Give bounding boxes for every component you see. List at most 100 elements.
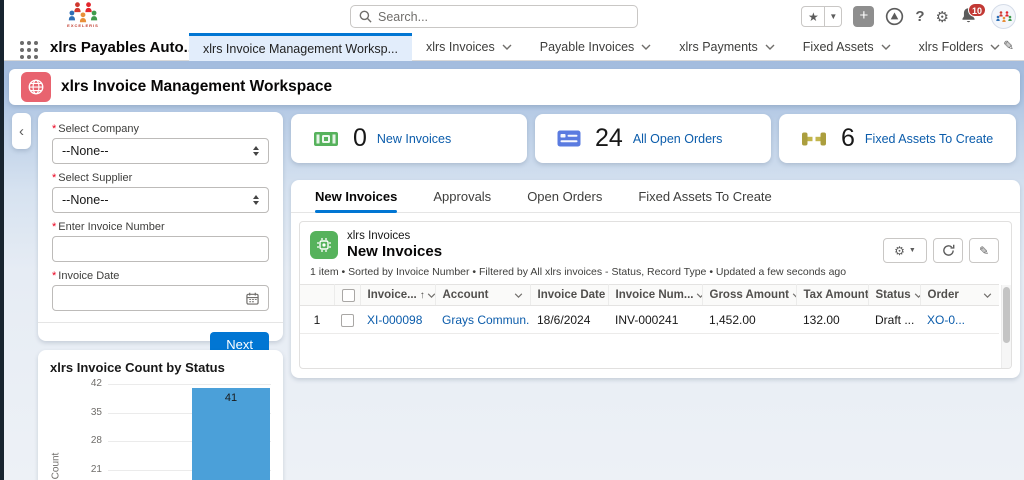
column-gross-amount[interactable]: Gross Amount bbox=[702, 284, 797, 306]
column-invoice[interactable]: Invoice... ↑ bbox=[360, 284, 436, 306]
nav-tab-invoice-management-workspace[interactable]: xlrs Invoice Management Worksp... bbox=[189, 33, 412, 61]
favorites-caret-icon[interactable]: ▼ bbox=[825, 6, 843, 27]
chevron-down-icon bbox=[502, 44, 512, 50]
invoice-count-chart-card: xlrs Invoice Count by Status Record Coun… bbox=[38, 350, 283, 480]
sort-asc-icon: ↑ bbox=[419, 289, 425, 301]
chart-tick-label: 42 bbox=[90, 378, 102, 389]
column-tax-amount[interactable]: Tax Amount bbox=[796, 284, 869, 306]
help-icon[interactable]: ? bbox=[915, 8, 924, 25]
caret-down-icon: ▼ bbox=[908, 247, 916, 254]
setup-gear-icon[interactable]: ⚙ bbox=[936, 8, 949, 26]
workspace-globe-icon bbox=[21, 72, 51, 102]
row-checkbox[interactable] bbox=[341, 313, 354, 327]
chevron-down-icon bbox=[792, 292, 795, 297]
chart-tick-label: 35 bbox=[90, 406, 102, 418]
favorites-star-icon[interactable]: ★ bbox=[801, 6, 826, 27]
user-avatar[interactable] bbox=[991, 4, 1016, 29]
app-launcher-icon[interactable] bbox=[20, 41, 38, 59]
nav-tab-payable-invoices[interactable]: Payable Invoices bbox=[526, 33, 666, 61]
select-all-checkbox[interactable] bbox=[341, 288, 355, 302]
kpi-new-invoices-card: 0 New Invoices bbox=[291, 114, 527, 163]
global-search[interactable] bbox=[350, 5, 638, 28]
supplier-field-label: * Select Supplier bbox=[52, 172, 133, 184]
chart-tick-label: 28 bbox=[90, 435, 102, 446]
kpi-label-link[interactable]: All Open Orders bbox=[633, 132, 723, 146]
barbell-icon bbox=[802, 132, 826, 145]
nav-tab-xlrs-payments[interactable]: xlrs Payments bbox=[665, 33, 789, 61]
kpi-label-link[interactable]: Fixed Assets To Create bbox=[865, 132, 993, 146]
chart-bar[interactable]: 41 bbox=[192, 388, 270, 480]
invoice-date-input-wrap bbox=[52, 285, 269, 311]
table-scrollbar[interactable] bbox=[1001, 285, 1011, 368]
chevron-down-icon bbox=[514, 292, 522, 298]
gross-amount-cell: 1,452.00 bbox=[702, 305, 796, 334]
chart-title: xlrs Invoice Count by Status bbox=[50, 360, 225, 375]
row-select-cell[interactable] bbox=[334, 305, 360, 334]
collapse-panel-button[interactable]: ‹ bbox=[12, 113, 31, 149]
invoice-date-cell: 18/6/2024 bbox=[530, 305, 608, 334]
row-number-header bbox=[300, 284, 335, 306]
calendar-icon[interactable] bbox=[246, 292, 259, 305]
chevron-down-icon bbox=[881, 44, 891, 50]
company-select[interactable]: --None-- bbox=[52, 138, 269, 164]
chevron-down-icon bbox=[983, 292, 992, 298]
notifications-bell[interactable]: 10 bbox=[960, 2, 986, 28]
column-order[interactable]: Order bbox=[920, 284, 999, 306]
table-row: 1 XI-000098 Grays Commun... 18/6/2024 IN… bbox=[300, 305, 999, 334]
order-link[interactable]: XO-0... bbox=[927, 313, 965, 327]
invoice-status-chart-plot: 41 42 35 28 21 bbox=[91, 378, 271, 480]
select-all-header[interactable] bbox=[334, 284, 361, 306]
page-title: xlrs Invoice Management Workspace bbox=[61, 78, 333, 95]
tab-new-invoices[interactable]: New Invoices bbox=[315, 180, 398, 213]
tab-open-orders[interactable]: Open Orders bbox=[527, 180, 602, 212]
table-header-row: Invoice... ↑ Account Invoice Date Invoice… bbox=[300, 284, 999, 306]
nav-tab-fixed-assets[interactable]: Fixed Assets bbox=[789, 33, 905, 61]
nav-edit-pencil-icon[interactable]: ✎ bbox=[1003, 38, 1014, 54]
tab-approvals[interactable]: Approvals bbox=[433, 180, 491, 212]
nav-tab-xlrs-invoices[interactable]: xlrs Invoices bbox=[412, 33, 526, 61]
new-invoices-list-view: xlrs Invoices New Invoices ⚙ ▼ ✎ 1 item … bbox=[299, 221, 1012, 369]
invoice-filter-form: * Select Company --None-- * Select Supplie… bbox=[38, 112, 283, 357]
list-settings-button[interactable]: ⚙ ▼ bbox=[883, 238, 927, 263]
kpi-label-link[interactable]: New Invoices bbox=[377, 132, 451, 146]
refresh-button[interactable] bbox=[933, 238, 963, 263]
tax-amount-cell: 132.00 bbox=[796, 305, 868, 334]
scrollbar-thumb[interactable] bbox=[1003, 287, 1010, 343]
account-link[interactable]: Grays Commun... bbox=[442, 313, 530, 327]
app-name[interactable]: xlrs Payables Auto... bbox=[50, 33, 196, 61]
orders-icon bbox=[557, 130, 581, 147]
column-account[interactable]: Account bbox=[435, 284, 531, 306]
nav-tab-xlrs-folders[interactable]: xlrs Folders bbox=[905, 33, 1015, 61]
list-object-label: xlrs Invoices bbox=[347, 230, 411, 242]
chevron-down-icon bbox=[765, 44, 775, 50]
inline-edit-button[interactable]: ✎ bbox=[969, 238, 999, 263]
invoice-number-input[interactable] bbox=[62, 242, 259, 256]
exceleris-logo: EXCELERIS bbox=[60, 1, 106, 32]
guidance-icon[interactable] bbox=[885, 7, 904, 26]
status-cell: Draft ... bbox=[868, 305, 920, 334]
list-meta-text: 1 item • Sorted by Invoice Number • Filt… bbox=[310, 266, 847, 278]
invoice-date-input[interactable] bbox=[62, 291, 246, 305]
global-add-icon[interactable]: + bbox=[853, 6, 875, 27]
column-invoice-date[interactable]: Invoice Date bbox=[530, 284, 609, 306]
row-number: 1 bbox=[300, 305, 334, 334]
invoice-link[interactable]: XI-000098 bbox=[367, 313, 422, 327]
chart-gridline bbox=[108, 384, 271, 385]
supplier-select[interactable]: --None-- bbox=[52, 187, 269, 213]
chevron-down-icon bbox=[914, 292, 919, 298]
column-invoice-number[interactable]: Invoice Num... bbox=[608, 284, 703, 306]
kpi-value: 6 bbox=[841, 124, 855, 152]
search-input[interactable] bbox=[378, 9, 629, 24]
search-icon bbox=[359, 10, 372, 23]
exceleris-logo-icon bbox=[68, 2, 98, 23]
column-status[interactable]: Status bbox=[868, 284, 921, 306]
invoices-object-icon bbox=[310, 231, 338, 259]
brand-name: EXCELERIS bbox=[67, 23, 99, 28]
invoice-number-field-label: * Enter Invoice Number bbox=[52, 221, 165, 233]
tab-fixed-assets-to-create[interactable]: Fixed Assets To Create bbox=[638, 180, 771, 212]
chevron-down-icon bbox=[641, 44, 651, 50]
nav-tab-xlrs-account-lookups[interactable]: xlrs Account Lookups bbox=[1014, 33, 1024, 61]
chevron-down-icon bbox=[990, 44, 1000, 50]
kpi-fixed-assets-card: 6 Fixed Assets To Create bbox=[779, 114, 1016, 163]
invoice-date-field-label: * Invoice Date bbox=[52, 270, 120, 282]
